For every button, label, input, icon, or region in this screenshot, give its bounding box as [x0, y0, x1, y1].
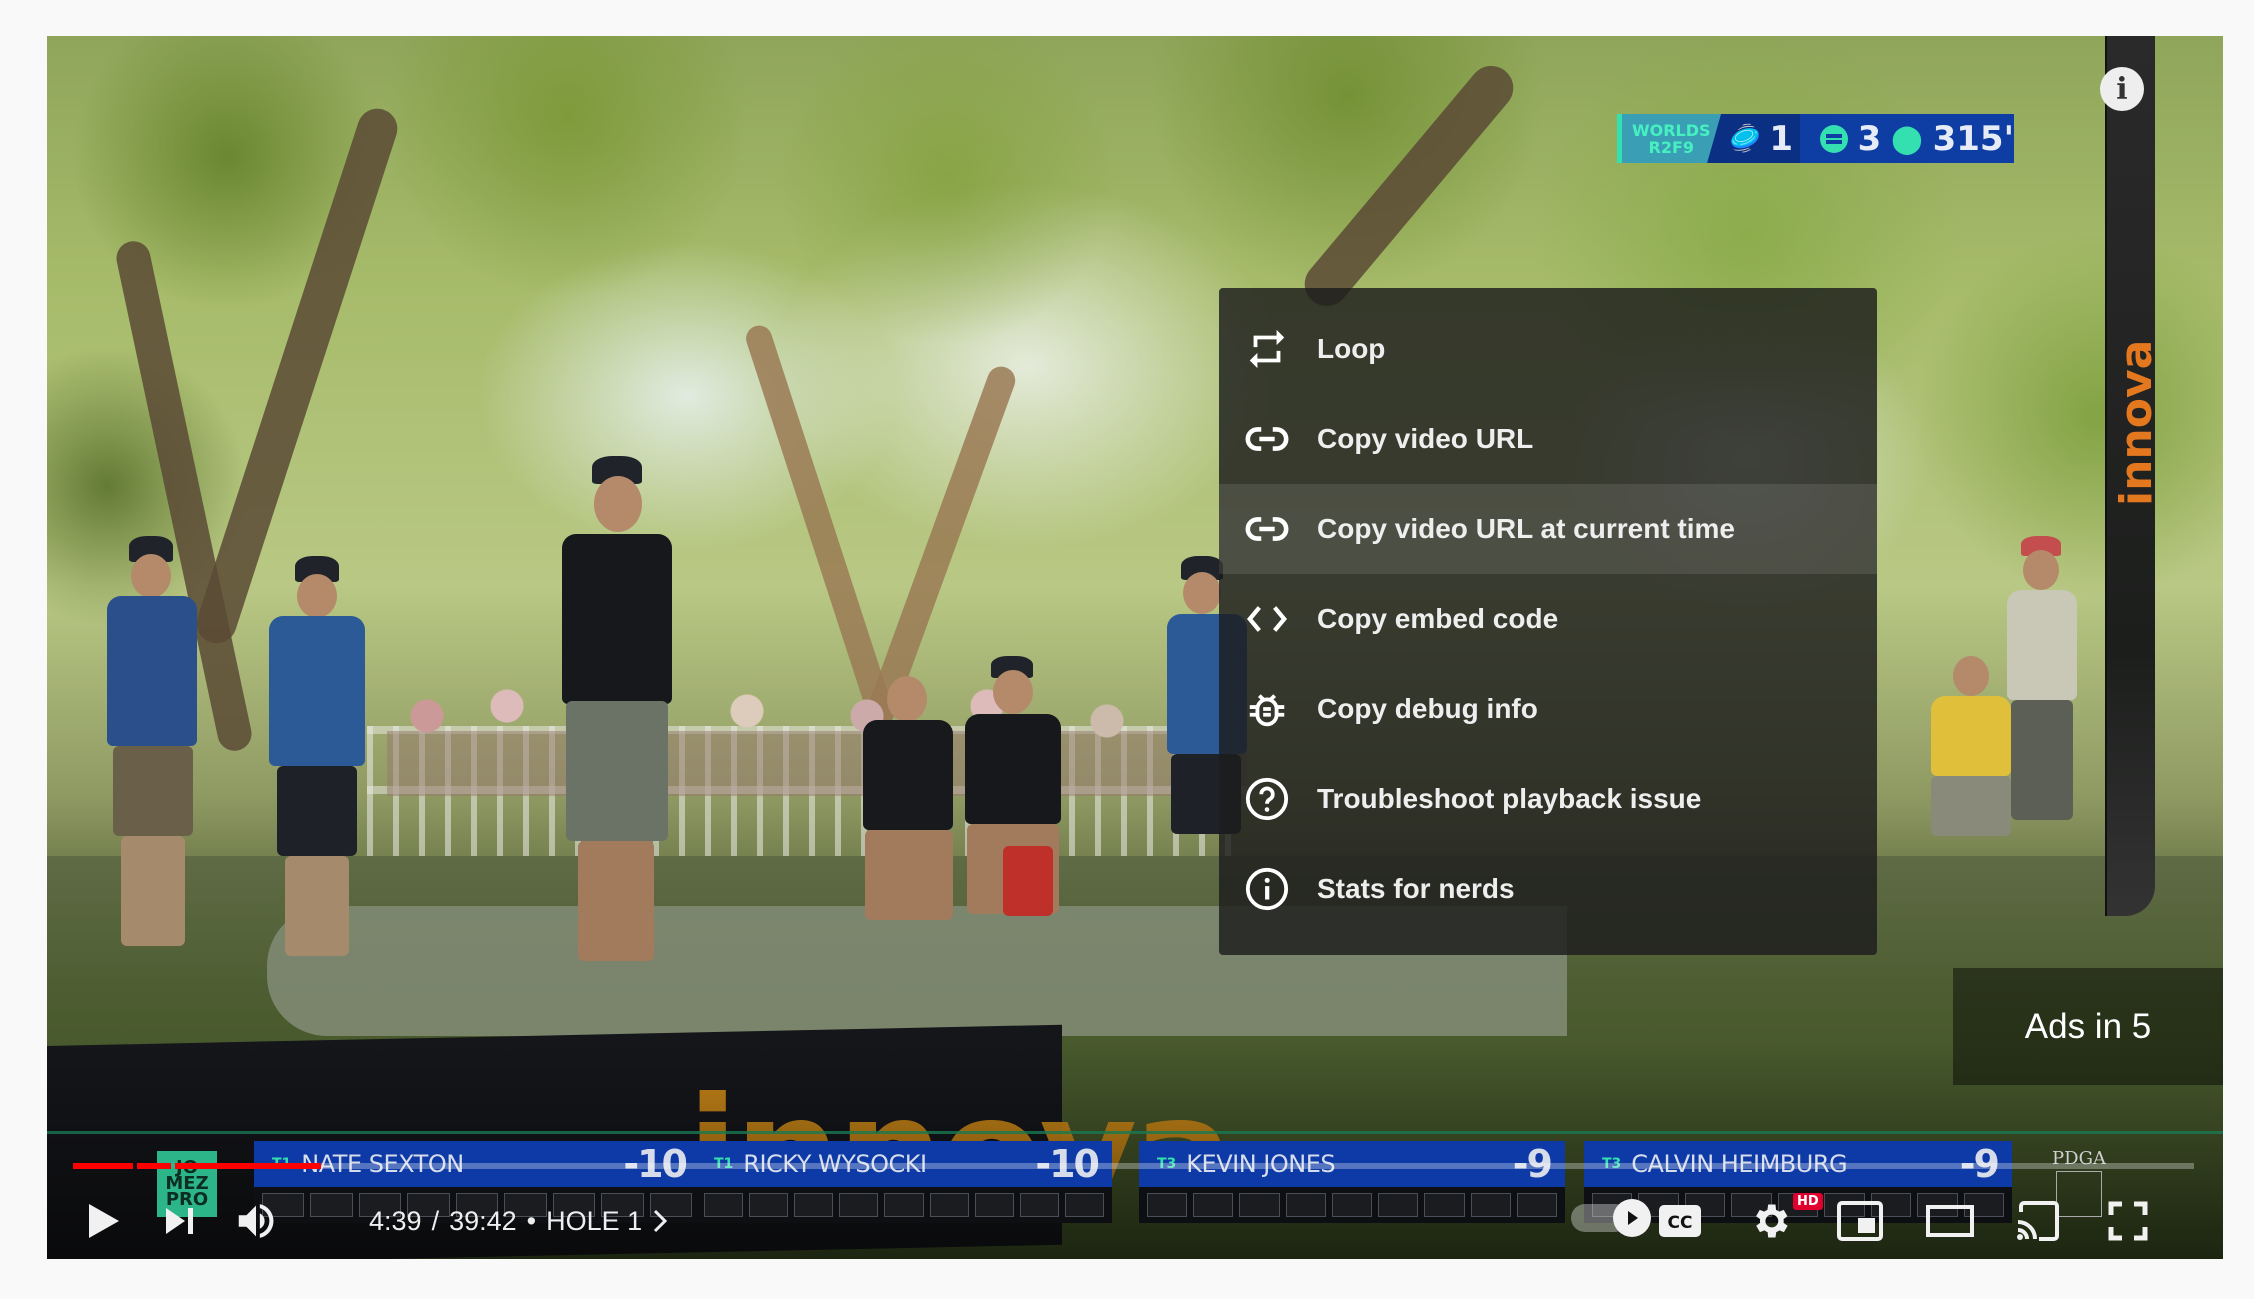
- menu-item-label: Troubleshoot playback issue: [1317, 783, 1702, 814]
- play-button[interactable]: [71, 1188, 137, 1254]
- link-icon: [1243, 415, 1291, 463]
- info-circle-icon: [1243, 865, 1291, 913]
- subtitles-button[interactable]: CC: [1647, 1188, 1713, 1254]
- menu-item-label: Stats for nerds: [1317, 873, 1515, 904]
- cast-button[interactable]: [2005, 1188, 2071, 1254]
- chapter-title: HOLE 1: [546, 1205, 643, 1236]
- player-seated: [947, 656, 1077, 936]
- event-name: WORLDS: [1631, 120, 1711, 140]
- video-player[interactable]: innova innova WORLDS R2F9 🥏 1 3 ⬤ 315' i: [47, 36, 2223, 1259]
- progress-bar[interactable]: [73, 1163, 2194, 1169]
- code-icon: [1243, 595, 1291, 643]
- progress-played: [73, 1163, 133, 1169]
- link-icon: [1243, 505, 1291, 553]
- chevron-right-icon: [654, 1209, 668, 1233]
- help-circle-icon: [1243, 775, 1291, 823]
- leaderboard-hole-scores: [696, 1187, 1112, 1223]
- autoplay-play-icon: [1628, 1211, 1638, 1225]
- sponsor-banner-text: innova: [2111, 339, 2162, 506]
- cast-icon: [2017, 1201, 2059, 1241]
- leaderboard-entry: T3 KEVIN JONES -9: [1139, 1141, 1565, 1223]
- leaderboard-entry: T1 RICKY WYSOCKI -10: [696, 1141, 1112, 1223]
- hole-details: 3 ⬤ 315': [1799, 114, 2014, 163]
- cameraman: [247, 556, 377, 956]
- event-label: WORLDS R2F9: [1621, 114, 1722, 163]
- chapter-dot: •: [526, 1205, 537, 1236]
- cameraman: [87, 536, 207, 956]
- spectator-crowd: [387, 676, 1247, 796]
- fullscreen-icon: [2108, 1201, 2148, 1241]
- miniplayer-button[interactable]: [1827, 1188, 1893, 1254]
- theater-mode-icon: [1926, 1205, 1974, 1237]
- round-hole-code: R2F9: [1648, 137, 1695, 157]
- svg-text:CC: CC: [1668, 1213, 1693, 1233]
- loop-icon: [1243, 325, 1291, 373]
- menu-item-copy-embed-code[interactable]: Copy embed code: [1219, 574, 1877, 664]
- menu-item-label: Copy debug info: [1317, 693, 1538, 724]
- current-time: 4:39: [369, 1205, 422, 1236]
- miniplayer-icon: [1837, 1201, 1883, 1241]
- context-menu: Loop Copy video URL Copy video URL at cu…: [1219, 288, 1877, 955]
- next-button[interactable]: [147, 1188, 213, 1254]
- menu-item-label: Copy video URL: [1317, 423, 1534, 454]
- par-value: 3: [1857, 118, 1882, 159]
- menu-item-troubleshoot[interactable]: Troubleshoot playback issue: [1219, 754, 1877, 844]
- info-icon: i: [2116, 71, 2128, 107]
- menu-item-label: Copy embed code: [1317, 603, 1559, 634]
- play-icon: [89, 1204, 119, 1238]
- leaderboard-hole-scores: [1139, 1187, 1565, 1223]
- progress-played: [175, 1163, 322, 1169]
- location-pin-icon: ⬤: [1891, 122, 1923, 155]
- menu-item-stats-for-nerds[interactable]: Stats for nerds: [1219, 844, 1877, 934]
- time-separator: /: [431, 1205, 440, 1236]
- progress-played: [137, 1163, 171, 1169]
- theater-mode-button[interactable]: [1917, 1188, 1983, 1254]
- menu-item-copy-debug-info[interactable]: Copy debug info: [1219, 664, 1877, 754]
- closed-captions-icon: CC: [1659, 1205, 1701, 1237]
- menu-item-label: Loop: [1317, 333, 1386, 364]
- menu-item-loop[interactable]: Loop: [1219, 304, 1877, 394]
- chapter-segment[interactable]: [175, 1163, 2194, 1169]
- par-icon: [1819, 124, 1848, 153]
- menu-item-copy-video-url-at-time[interactable]: Copy video URL at current time: [1219, 484, 1877, 574]
- hole-number: 1: [1769, 118, 1794, 159]
- hole-info-accent: [1617, 114, 1622, 163]
- time-display: 4:39 / 39:42 • HOLE 1: [369, 1186, 668, 1256]
- basket-icon: 🥏: [1729, 123, 1762, 154]
- volume-icon: [238, 1204, 274, 1238]
- info-card-button[interactable]: i: [2100, 67, 2144, 111]
- fullscreen-button[interactable]: [2095, 1188, 2161, 1254]
- autoplay-toggle-knob[interactable]: [1613, 1199, 1651, 1237]
- menu-item-label: Copy video URL at current time: [1317, 513, 1736, 544]
- duration: 39:42: [449, 1205, 517, 1236]
- chapter-button[interactable]: • HOLE 1: [527, 1206, 669, 1237]
- mute-button[interactable]: [223, 1188, 289, 1254]
- skip-next-icon: [166, 1208, 193, 1234]
- player-speaking: [552, 456, 682, 976]
- spectator: [1917, 656, 2027, 856]
- menu-item-copy-video-url[interactable]: Copy video URL: [1219, 394, 1877, 484]
- hole-distance: 315': [1932, 118, 2014, 159]
- bug-icon: [1243, 685, 1291, 733]
- gear-icon: [1756, 1204, 1788, 1238]
- hole-number-section: 🥏 1: [1705, 114, 1800, 163]
- hd-badge: HD: [1793, 1193, 1823, 1210]
- hole-info-bar: WORLDS R2F9 🥏 1 3 ⬤ 315': [1617, 114, 2014, 163]
